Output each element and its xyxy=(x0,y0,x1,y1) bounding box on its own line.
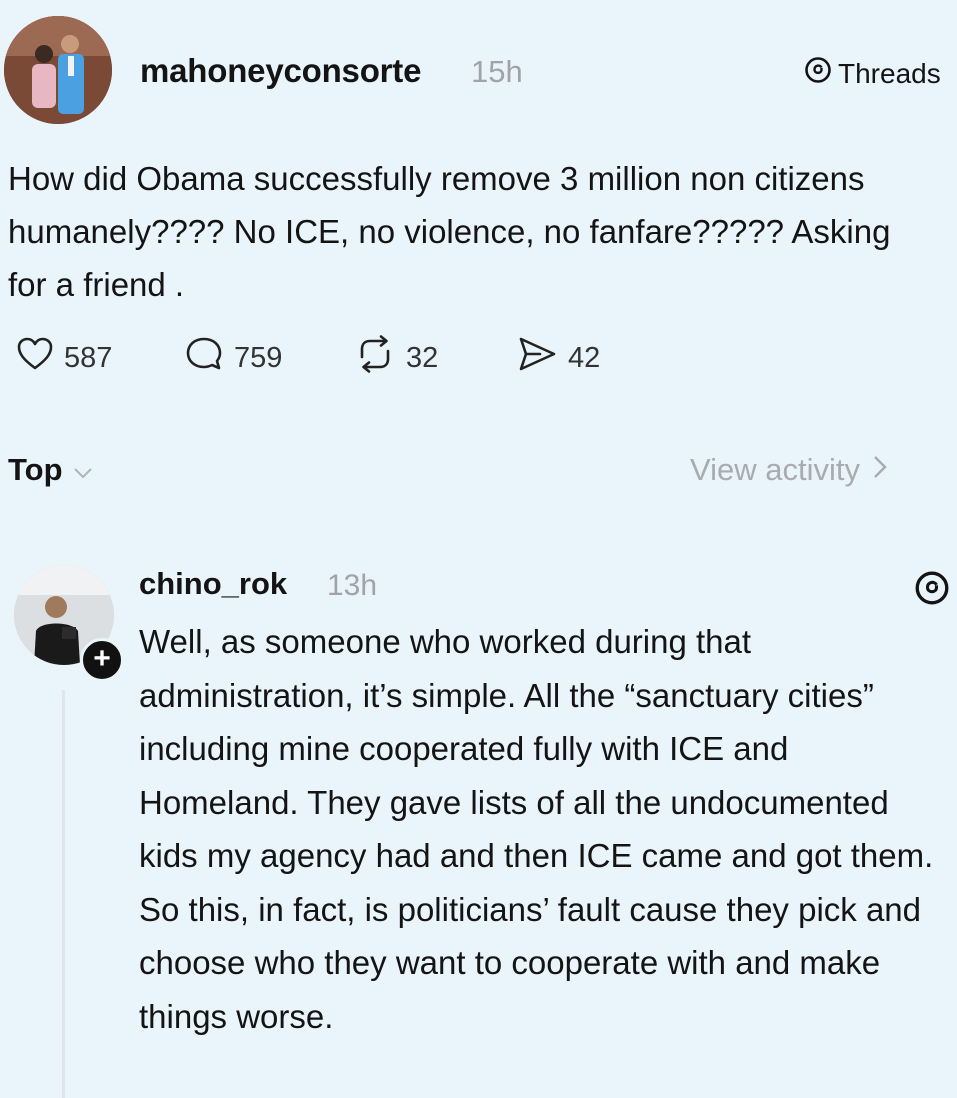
post-timestamp: 15h xyxy=(471,54,523,89)
share-button[interactable]: 42 xyxy=(516,335,600,381)
sort-label: Top xyxy=(8,452,63,487)
follow-plus-button[interactable]: + xyxy=(80,638,124,682)
like-button[interactable]: 587 xyxy=(16,336,184,380)
reply-text: Well, as someone who worked during that … xyxy=(139,623,934,1035)
view-activity-label: View activity xyxy=(690,452,860,487)
heart-icon xyxy=(16,336,54,380)
repost-button[interactable]: 32 xyxy=(354,335,516,381)
post-actions: 587 759 32 42 xyxy=(16,335,600,381)
repost-count: 32 xyxy=(406,341,439,374)
threads-label: Threads xyxy=(838,57,941,89)
sort-dropdown[interactable]: Top xyxy=(8,452,93,488)
view-activity-link[interactable]: View activity xyxy=(690,452,888,488)
repost-icon xyxy=(354,335,396,381)
reply-timestamp: 13h xyxy=(327,569,378,602)
threads-badge[interactable]: Threads xyxy=(804,56,941,91)
reply-author-username[interactable]: chino_rok xyxy=(139,566,287,602)
threads-logo-icon[interactable] xyxy=(914,570,950,611)
threads-logo-icon xyxy=(804,56,832,91)
chevron-right-icon xyxy=(872,452,888,488)
post-text: How did Obama successfully remove 3 mill… xyxy=(8,160,891,303)
thread-connector-line xyxy=(62,690,65,1098)
author-username[interactable]: mahoneyconsorte xyxy=(140,52,421,90)
reply-button[interactable]: 759 xyxy=(184,335,354,381)
share-count: 42 xyxy=(568,341,601,374)
author-avatar[interactable] xyxy=(4,16,112,124)
speech-bubble-icon xyxy=(184,335,224,381)
chevron-down-icon xyxy=(73,452,93,488)
reply-count: 759 xyxy=(234,341,283,374)
like-count: 587 xyxy=(64,341,113,374)
send-icon xyxy=(516,335,558,381)
